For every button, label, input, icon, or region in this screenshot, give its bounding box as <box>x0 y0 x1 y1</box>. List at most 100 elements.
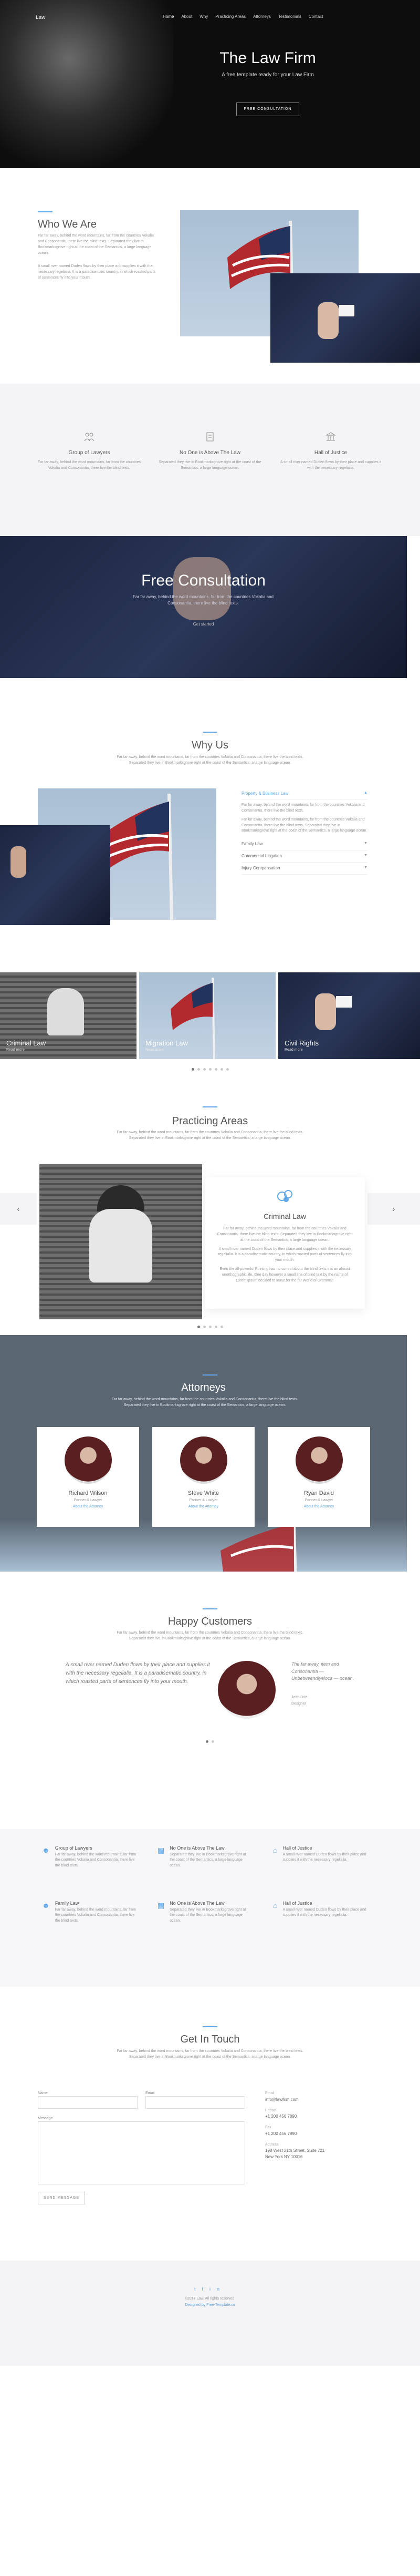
carousel-dot[interactable] <box>197 1326 200 1328</box>
who-paragraph-2: A small river named Duden flows by their… <box>38 264 156 280</box>
chevron-right-icon: › <box>392 1204 395 1213</box>
practice-card-text-1: Far far away, behind the word mountains,… <box>217 1227 353 1242</box>
practice-dots <box>0 1323 420 1331</box>
contact-email-value[interactable]: info@lawfirm.com <box>265 2097 370 2103</box>
chevron-left-icon: ‹ <box>17 1204 20 1213</box>
carousel-slide-civil-rights[interactable]: Civil Rights Read more <box>278 972 420 1059</box>
carousel-dot[interactable] <box>203 1326 206 1328</box>
carousel-dot[interactable] <box>212 1740 214 1743</box>
contact-info-label: Address <box>265 2142 279 2147</box>
why-intro: Far far away, behind the word mountains,… <box>117 755 303 765</box>
attorney-link[interactable]: About the Attorney <box>268 1504 370 1510</box>
testimonial-right-quote: The far away, item and Consonantia — Unb… <box>291 1661 354 1681</box>
chevron-up-icon: ▲ <box>364 791 368 795</box>
name-label: Name <box>38 2091 48 2095</box>
carousel-dot[interactable] <box>208 1326 212 1328</box>
send-message-button[interactable]: SEND MESSAGE <box>38 2192 85 2204</box>
carousel-dot[interactable] <box>197 1068 200 1071</box>
accordion-label: Family Law <box>242 841 263 847</box>
contact-phone-value[interactable]: +1 200 456 7890 <box>265 2113 370 2120</box>
carousel-dot[interactable] <box>220 1326 223 1328</box>
carousel-dot[interactable] <box>208 1068 212 1071</box>
attorney-link[interactable]: About the Attorney <box>37 1504 139 1510</box>
slide-subtitle: Read more <box>6 1048 25 1052</box>
attorney-link[interactable]: About the Attorney <box>152 1504 255 1510</box>
facebook-icon[interactable]: f <box>202 2286 209 2292</box>
nav-logo[interactable]: Law <box>36 14 45 22</box>
nav-item-home[interactable]: Home <box>163 14 174 20</box>
practice-prev-arrow[interactable]: ‹ <box>0 1193 37 1225</box>
name-input[interactable] <box>38 2096 138 2109</box>
slide-title: Criminal Law <box>6 1039 46 1047</box>
section-accent-bar <box>38 211 52 212</box>
get-started-link[interactable]: Get started <box>0 621 407 628</box>
chevron-down-icon: ▼ <box>364 866 368 870</box>
accordion-open-text-2: Far far away, behind the word mountains,… <box>242 817 368 833</box>
hero-title: The Law Firm <box>219 49 316 67</box>
features-section: Group of Lawyers Far far away, behind th… <box>0 384 420 536</box>
slide-title: Civil Rights <box>285 1039 319 1047</box>
why-accordion: Property & Business Law ▲ Far far away, … <box>242 788 368 875</box>
practice-card-title: Criminal Law <box>264 1212 306 1220</box>
service-item-6: ⌂ Hall of Justice A small river named Dud… <box>273 1900 368 1918</box>
linkedin-icon[interactable]: in <box>209 2286 226 2292</box>
accordion-item-property-business[interactable]: Property & Business Law ▲ <box>242 788 368 799</box>
practice-next-arrow[interactable]: › <box>368 1193 420 1225</box>
nav-item-about[interactable]: About <box>181 14 192 20</box>
carousel-slide-criminal-law[interactable]: Criminal Law Read more <box>0 972 136 1059</box>
footer-credit[interactable]: Designed by Free-Template.co <box>0 2303 420 2308</box>
nav-item-contact[interactable]: Contact <box>309 14 323 20</box>
nav-item-why[interactable]: Why <box>200 14 208 20</box>
service-item-4: ☻ Family Law Far far away, behind the wor… <box>42 1900 136 1924</box>
accordion-item-family-law[interactable]: Family Law ▼ <box>242 838 368 851</box>
accordion-item-commercial-litigation[interactable]: Commercial Litigation ▼ <box>242 850 368 863</box>
service-title: Group of Lawyers <box>55 1845 92 1851</box>
carousel-dot[interactable] <box>214 1068 217 1071</box>
who-we-are-section: Who We Are Far far away, behind the word… <box>0 168 420 384</box>
consultation-background-image <box>0 536 407 678</box>
service-item-3: ⌂ Hall of Justice A small river named Dud… <box>273 1845 368 1863</box>
nav-item-attorneys[interactable]: Attorneys <box>253 14 271 20</box>
avatar <box>180 1436 227 1484</box>
carousel-dot[interactable] <box>220 1068 223 1071</box>
message-textarea[interactable] <box>38 2121 245 2184</box>
slide-subtitle: Read more <box>285 1048 303 1052</box>
contact-fax-value: +1 200 456 7890 <box>265 2131 297 2136</box>
email-input[interactable] <box>145 2096 245 2109</box>
accordion-item-injury-compensation[interactable]: Injury Compensation ▼ <box>242 863 368 875</box>
consultation-section: Free Consultation Far far away, behind t… <box>0 536 420 689</box>
feature-card-1: Group of Lawyers Far far away, behind th… <box>37 431 142 471</box>
testimonial-avatar <box>218 1661 276 1719</box>
who-paragraph-1: Far far away, behind the word mountains,… <box>38 234 154 255</box>
carousel-dot[interactable] <box>214 1326 217 1328</box>
service-item-5: ▤ No One is Above The Law Separated they … <box>158 1900 252 1924</box>
service-item-2: ▤ No One is Above The Law Separated they … <box>158 1845 252 1869</box>
why-title: Why Us <box>192 740 228 751</box>
attorney-role: Partner & Lawyer <box>189 1498 218 1502</box>
nav-item-practicing-areas[interactable]: Practicing Areas <box>215 14 246 20</box>
service-title: Family Law <box>55 1901 79 1906</box>
carousel-dot[interactable] <box>226 1068 229 1071</box>
twitter-icon[interactable]: t <box>194 2286 202 2292</box>
service-title: No One is Above The Law <box>170 1845 225 1851</box>
feature-text: Separated they live in Bookmarksgrove ri… <box>159 460 261 470</box>
practice-card-text-2: A small river named Duden flows by their… <box>218 1247 352 1263</box>
courthouse-icon: ⌂ <box>273 1901 278 1910</box>
carousel-dot[interactable] <box>191 1068 194 1071</box>
carousel-dot[interactable] <box>206 1740 208 1743</box>
contact-info-label: Phone <box>265 2108 276 2112</box>
document-icon <box>204 431 216 443</box>
why-suit-image <box>0 825 110 925</box>
free-consultation-button[interactable]: FREE CONSULTATION <box>236 102 299 116</box>
carousel-slide-migration-law[interactable]: Migration Law Read more <box>139 972 276 1059</box>
practice-title: Practicing Areas <box>172 1115 248 1127</box>
nav-item-testimonials[interactable]: Testimonials <box>278 14 301 20</box>
avatar <box>295 1436 343 1484</box>
slide-title: Migration Law <box>145 1039 188 1047</box>
service-text: Far far away, behind the word mountains,… <box>55 1852 136 1868</box>
practicing-areas-section: Practicing Areas Far far away, behind th… <box>0 1077 420 1335</box>
carousel-dot[interactable] <box>203 1068 206 1071</box>
courthouse-icon <box>325 431 337 443</box>
feature-card-2: No One is Above The Law Separated they l… <box>158 431 262 471</box>
handshake-image <box>270 273 420 363</box>
